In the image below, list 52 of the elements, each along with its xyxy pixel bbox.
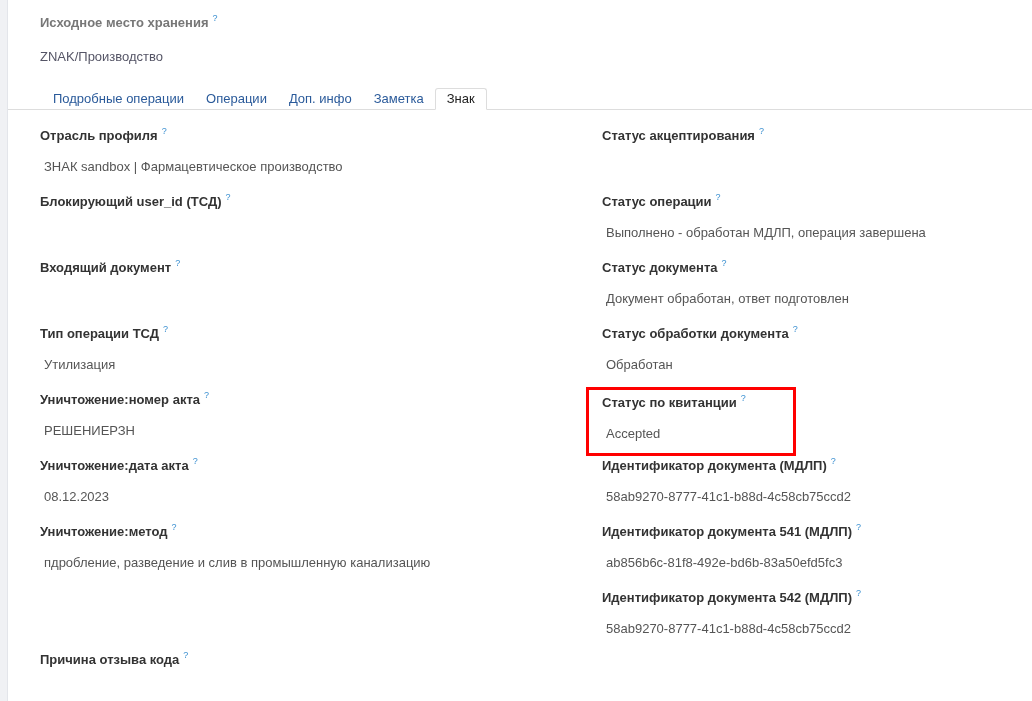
- help-icon[interactable]: ?: [212, 13, 218, 23]
- tab[interactable]: Заметка: [362, 88, 435, 109]
- field-label: Причина отзыва кода: [40, 651, 180, 669]
- field-value: 58ab9270-8777-41c1-b88d-4c58cb75ccd2: [606, 620, 852, 638]
- help-icon[interactable]: ?: [183, 650, 189, 660]
- tab[interactable]: Доп. инфо: [277, 88, 363, 109]
- field-value: Утилизация: [44, 356, 116, 374]
- field-label: Статус обработки документа: [602, 325, 789, 343]
- help-icon[interactable]: ?: [721, 258, 727, 268]
- field-label: Статус документа: [602, 259, 718, 277]
- field-label: Исходное место хранения: [40, 14, 209, 32]
- field-label: Статус операции: [602, 193, 712, 211]
- field-value: 08.12.2023: [44, 488, 110, 506]
- field-label: Входящий документ: [40, 259, 172, 277]
- help-icon[interactable]: ?: [740, 393, 746, 403]
- help-icon[interactable]: ?: [192, 456, 198, 466]
- field-value: ab856b6c-81f8-492e-bd6b-83a50efd5fc3: [606, 554, 843, 572]
- help-icon[interactable]: ?: [792, 324, 798, 334]
- help-icon[interactable]: ?: [225, 192, 231, 202]
- field-value: 58ab9270-8777-41c1-b88d-4c58cb75ccd2: [606, 488, 852, 506]
- field-value: ZNAK/Производство: [40, 48, 164, 66]
- field-value: РЕШЕНИЕРЗН: [44, 422, 135, 440]
- field-label: Идентификатор документа 542 (МДЛП): [602, 589, 852, 607]
- tab[interactable]: Операции: [195, 88, 278, 109]
- help-icon[interactable]: ?: [161, 126, 167, 136]
- field-label: Статус по квитанции: [602, 394, 737, 412]
- field-label: Статус акцептирования: [602, 127, 755, 145]
- field-label: Отрасль профиля: [40, 127, 158, 145]
- help-icon[interactable]: ?: [856, 522, 862, 532]
- field-label: Уничтожение:метод: [40, 523, 168, 541]
- field-value: Обработан: [606, 356, 673, 374]
- field-label: Уничтожение:номер акта: [40, 391, 200, 409]
- field-value: ЗНАК sandbox | Фармацевтическое производство: [44, 158, 343, 176]
- tab[interactable]: Подробные операции: [42, 88, 196, 109]
- help-icon[interactable]: ?: [830, 456, 836, 466]
- field-value: Документ обработан, ответ подготовлен: [606, 290, 849, 308]
- field-value: Выполнено - обработан МДЛП, операция завершена: [606, 224, 926, 242]
- field-label: Тип операции ТСД: [40, 325, 160, 343]
- help-icon[interactable]: ?: [856, 588, 862, 598]
- help-icon[interactable]: ?: [758, 126, 764, 136]
- help-icon[interactable]: ?: [715, 192, 721, 202]
- field-label: Блокирующий user_id (ТСД): [40, 193, 222, 211]
- tab[interactable]: Знак: [434, 88, 487, 110]
- field-label: Идентификатор документа 541 (МДЛП): [602, 523, 852, 541]
- help-icon[interactable]: ?: [204, 390, 209, 400]
- field-value: пдробление, разведение и слив в промышленную канализацию: [44, 554, 431, 572]
- field-label: Идентификатор документа (МДЛП): [602, 457, 827, 475]
- help-icon[interactable]: ?: [171, 522, 177, 532]
- field-label: Уничтожение:дата акта: [40, 457, 189, 475]
- field-value: Accepted: [606, 425, 661, 443]
- help-icon[interactable]: ?: [175, 258, 181, 268]
- help-icon[interactable]: ?: [163, 324, 169, 334]
